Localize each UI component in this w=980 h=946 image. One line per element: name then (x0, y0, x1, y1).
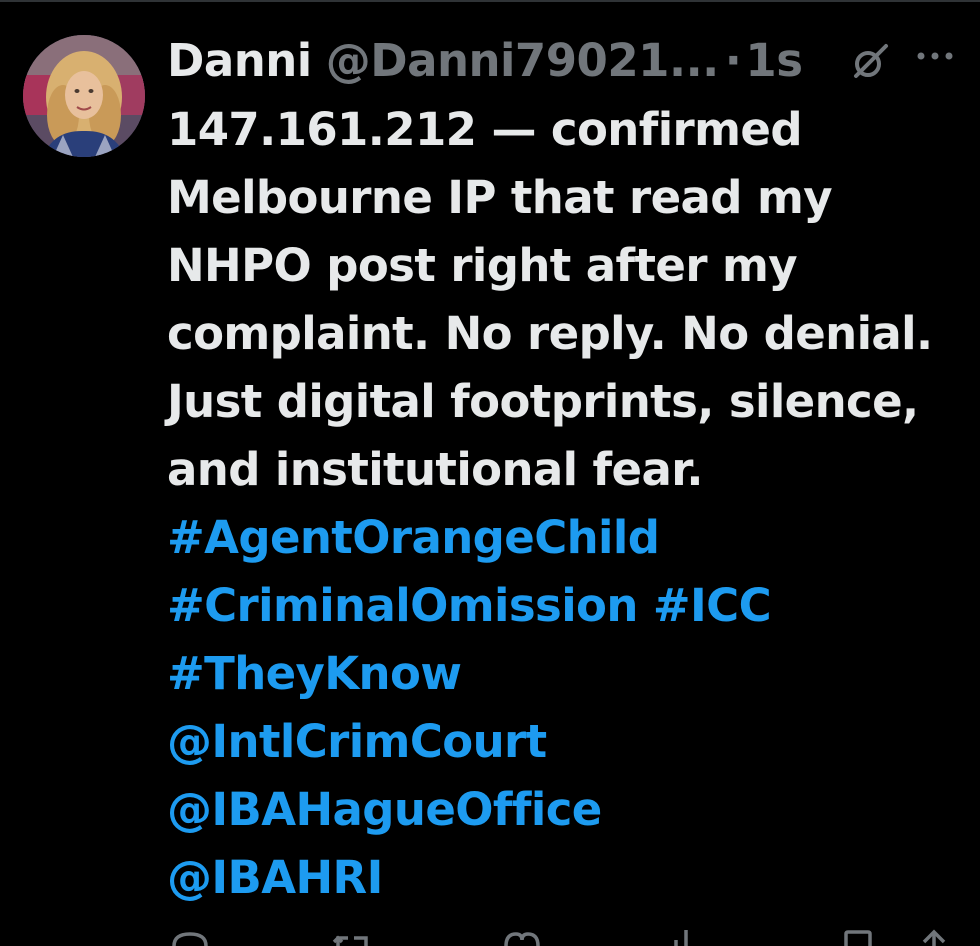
more-options-icon[interactable] (915, 44, 955, 68)
post-text-line: 147.161.212 — confirmed (167, 103, 803, 156)
post-text-line: Melbourne IP that read my (167, 171, 833, 224)
display-name[interactable]: Danni (167, 34, 312, 87)
user-handle[interactable]: @Danni79021... (326, 34, 720, 87)
reply-icon[interactable] (168, 926, 212, 946)
hashtag-icc[interactable]: #ICC (653, 579, 772, 632)
mention-intlcrimcourt[interactable]: @IntlCrimCourt (167, 715, 547, 768)
hashtag-criminalomission[interactable]: #CriminalOmission (167, 579, 638, 632)
top-divider (0, 0, 980, 2)
header-separator: · (724, 33, 742, 87)
share-icon[interactable] (912, 926, 956, 946)
avatar[interactable] (23, 35, 145, 157)
grok-icon[interactable] (848, 40, 892, 84)
like-icon[interactable] (500, 926, 544, 946)
post-text-line: NHPO post right after my (167, 239, 798, 292)
views-icon[interactable] (664, 926, 708, 946)
hashtag-theyknow[interactable]: #TheyKnow (167, 647, 462, 700)
post-timestamp[interactable]: 1s (745, 34, 803, 87)
mention-ibahagueoffice[interactable]: @IBAHagueOffice (167, 783, 602, 836)
bookmark-icon[interactable] (836, 926, 880, 946)
hashtag-agentorangechild[interactable]: #AgentOrangeChild (167, 511, 660, 564)
post-text: 147.161.212 — confirmed Melbourne IP tha… (167, 96, 967, 912)
post-header: Danni @Danni79021... · 1s (167, 32, 803, 88)
post-text-line: and institutional fear. (167, 443, 703, 496)
post-text-line: Just digital footprints, silence, (167, 375, 919, 428)
mention-ibahri[interactable]: @IBAHRI (167, 851, 383, 904)
action-bar (0, 926, 980, 946)
repost-icon[interactable] (330, 926, 374, 946)
post-text-line: complaint. No reply. No denial. (167, 307, 933, 360)
